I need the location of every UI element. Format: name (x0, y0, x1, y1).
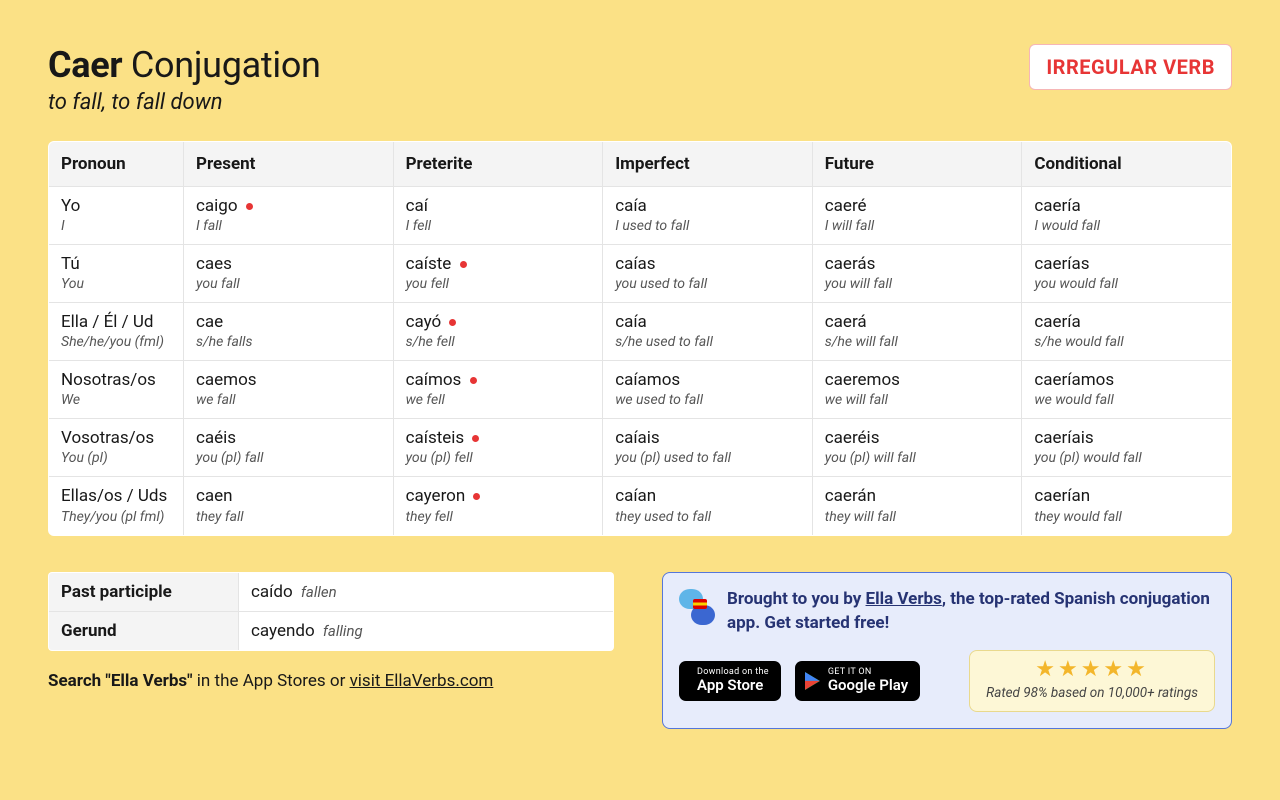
promo-link[interactable]: Ella Verbs (866, 589, 942, 609)
imperfect-cell: caíanthey used to fall (603, 477, 813, 535)
irregular-dot-icon (449, 319, 456, 326)
gerund-label: Gerund (49, 611, 239, 650)
promo-app-icon (679, 589, 715, 625)
present-cell: caenthey fall (184, 477, 394, 535)
google-play-badge[interactable]: GET IT ON Google Play (795, 661, 920, 701)
app-store-badge[interactable]: Download on the App Store (679, 661, 781, 701)
table-row: Ellas/os / UdsThey/you (pl fml)caenthey … (49, 477, 1232, 535)
pronoun-cell: TúYou (49, 245, 184, 303)
cta-line: Search "Ella Verbs" in the App Stores or… (48, 671, 614, 691)
table-row: YoIcaigo I fallcaíI fellcaíaI used to fa… (49, 187, 1232, 245)
imperfect-cell: caíaisyou (pl) used to fall (603, 419, 813, 477)
irregular-dot-icon (246, 203, 253, 210)
future-cell: caeréisyou (pl) will fall (812, 419, 1022, 477)
present-cell: caigo I fall (184, 187, 394, 245)
imperfect-cell: caíamoswe used to fall (603, 361, 813, 419)
preterite-cell: cayeron they fell (393, 477, 603, 535)
present-cell: caemoswe fall (184, 361, 394, 419)
col-pronoun: Pronoun (49, 142, 184, 187)
conditional-cell: caeríasyou would fall (1022, 245, 1232, 303)
promo-text: Brought to you by Ella Verbs, the top-ra… (727, 587, 1215, 636)
preterite-cell: cayó s/he fell (393, 303, 603, 361)
pronoun-cell: Nosotras/osWe (49, 361, 184, 419)
preterite-cell: caíI fell (393, 187, 603, 245)
present-cell: caesyou fall (184, 245, 394, 303)
future-cell: caerásyou will fall (812, 245, 1022, 303)
past-participle-value: caído fallen (239, 572, 614, 611)
col-present: Present (184, 142, 394, 187)
table-row: TúYoucaesyou fallcaíste you fellcaíasyou… (49, 245, 1232, 303)
future-cell: caeréI will fall (812, 187, 1022, 245)
conditional-cell: caeríanthey would fall (1022, 477, 1232, 535)
preterite-cell: caímos we fell (393, 361, 603, 419)
google-play-icon (805, 672, 820, 690)
page-title: Caer Conjugation (48, 44, 321, 86)
conditional-cell: caerías/he would fall (1022, 303, 1232, 361)
conditional-cell: caeríamoswe would fall (1022, 361, 1232, 419)
table-row: Nosotras/osWecaemoswe fallcaímos we fell… (49, 361, 1232, 419)
conditional-cell: caeríaisyou (pl) would fall (1022, 419, 1232, 477)
pronoun-cell: Ellas/os / UdsThey/you (pl fml) (49, 477, 184, 535)
table-row: Ella / Él / UdShe/he/you (fml)caes/he fa… (49, 303, 1232, 361)
col-preterite: Preterite (393, 142, 603, 187)
preterite-cell: caísteis you (pl) fell (393, 419, 603, 477)
imperfect-cell: caíaI used to fall (603, 187, 813, 245)
past-participle-label: Past participle (49, 572, 239, 611)
subtitle: to fall, to fall down (48, 90, 321, 115)
participles-table: Past participle caído fallen Gerund caye… (48, 572, 614, 651)
title-verb: Caer (48, 44, 122, 86)
table-row: Vosotras/osYou (pl)caéisyou (pl) fallcaí… (49, 419, 1232, 477)
present-cell: caéisyou (pl) fall (184, 419, 394, 477)
conditional-cell: caeríaI would fall (1022, 187, 1232, 245)
col-conditional: Conditional (1022, 142, 1232, 187)
irregular-dot-icon (472, 435, 479, 442)
imperfect-cell: caías/he used to fall (603, 303, 813, 361)
pronoun-cell: Vosotras/osYou (pl) (49, 419, 184, 477)
future-cell: caerás/he will fall (812, 303, 1022, 361)
future-cell: caeránthey will fall (812, 477, 1022, 535)
irregular-dot-icon (473, 493, 480, 500)
rating-box: ★★★★★ Rated 98% based on 10,000+ ratings (969, 650, 1215, 712)
col-future: Future (812, 142, 1022, 187)
table-header-row: PronounPresentPreteriteImperfectFutureCo… (49, 142, 1232, 187)
irregular-dot-icon (470, 377, 477, 384)
visit-link[interactable]: visit EllaVerbs.com (350, 671, 494, 691)
preterite-cell: caíste you fell (393, 245, 603, 303)
present-cell: caes/he falls (184, 303, 394, 361)
pronoun-cell: Ella / Él / UdShe/he/you (fml) (49, 303, 184, 361)
rating-text: Rated 98% based on 10,000+ ratings (986, 685, 1198, 701)
stars-icon: ★★★★★ (986, 659, 1198, 681)
title-rest: Conjugation (131, 44, 321, 86)
pronoun-cell: YoI (49, 187, 184, 245)
col-imperfect: Imperfect (603, 142, 813, 187)
conjugation-table: PronounPresentPreteriteImperfectFutureCo… (48, 141, 1232, 536)
irregular-dot-icon (460, 261, 467, 268)
promo-box: Brought to you by Ella Verbs, the top-ra… (662, 572, 1232, 729)
gerund-value: cayendo falling (239, 611, 614, 650)
future-cell: caeremoswe will fall (812, 361, 1022, 419)
imperfect-cell: caíasyou used to fall (603, 245, 813, 303)
irregular-badge: IRREGULAR VERB (1029, 44, 1232, 90)
